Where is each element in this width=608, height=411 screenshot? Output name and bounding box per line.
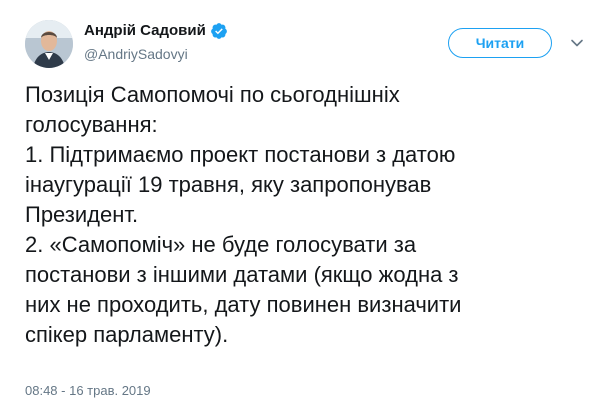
tweet-text-line: постанови з іншими датами (якщо жодна з bbox=[25, 262, 459, 287]
follow-button[interactable]: Читати bbox=[448, 28, 552, 58]
tweet-text-line: спікер парламенту). bbox=[25, 322, 229, 347]
tweet-card: Андрій Садовий @AndriySadovyi Читати Поз… bbox=[0, 0, 608, 411]
chevron-down-icon[interactable] bbox=[570, 36, 584, 50]
tweet-text-line: 1. Підтримаємо проект постанови з датою bbox=[25, 142, 456, 167]
tweet-text-line: інаугурації 19 травня, яку запропонував bbox=[25, 172, 432, 197]
user-handle[interactable]: @AndriySadovyi bbox=[84, 45, 188, 63]
tweet-text-line: них не проходить, дату повинен визначити bbox=[25, 292, 462, 317]
display-name[interactable]: Андрій Садовий bbox=[84, 21, 206, 41]
tweet-text: Позиція Самопомочі по сьогоднішніх голос… bbox=[25, 80, 590, 350]
verified-badge-icon bbox=[210, 22, 228, 40]
tweet-text-line: 2. «Самопоміч» не буде голосувати за bbox=[25, 232, 417, 257]
tweet-text-line: Президент. bbox=[25, 202, 139, 227]
tweet-text-line: Позиція Самопомочі по сьогоднішніх bbox=[25, 82, 400, 107]
tweet-timestamp[interactable]: 08:48 - 16 трав. 2019 bbox=[25, 383, 151, 399]
tweet-text-line: голосування: bbox=[25, 112, 158, 137]
avatar[interactable] bbox=[25, 20, 73, 68]
author-name-row: Андрій Садовий bbox=[84, 21, 228, 41]
